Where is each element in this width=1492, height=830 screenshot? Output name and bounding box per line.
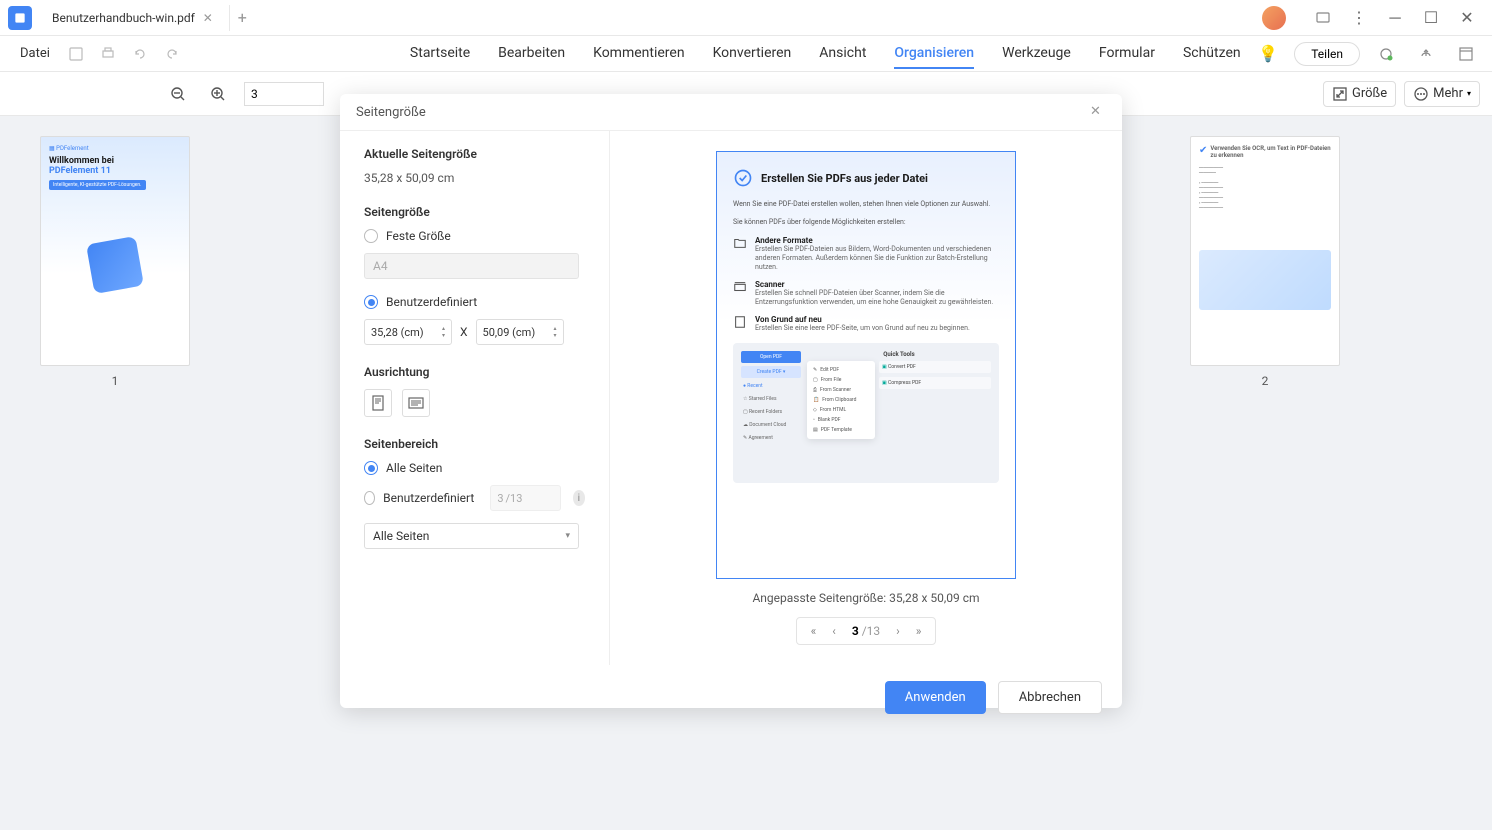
spinner-icon[interactable]: ▴▾	[554, 325, 557, 339]
scanner-icon	[733, 280, 747, 294]
custom-size-radio[interactable]: Benutzerdefiniert	[364, 295, 585, 309]
cloud-sync-icon[interactable]	[1372, 40, 1400, 68]
fixed-size-input: A4	[364, 253, 579, 279]
more-icon	[1413, 86, 1429, 102]
add-tab-button[interactable]: +	[238, 8, 247, 27]
all-pages-label: Alle Seiten	[386, 461, 442, 475]
tab-title: Benutzerhandbuch-win.pdf	[52, 11, 195, 25]
tab-schuetzen[interactable]: Schützen	[1183, 39, 1241, 69]
folder-icon	[733, 236, 747, 250]
custom-range-label: Benutzerdefiniert	[383, 491, 474, 505]
page-preview: Erstellen Sie PDFs aus jeder Datei Wenn …	[716, 151, 1016, 579]
page-size-label: Seitengröße	[364, 205, 585, 219]
tab-kommentieren[interactable]: Kommentieren	[593, 39, 684, 69]
document-tab[interactable]: Benutzerhandbuch-win.pdf ✕	[40, 5, 230, 31]
tab-startseite[interactable]: Startseite	[410, 39, 470, 69]
thumb-label: 1	[112, 374, 119, 388]
maximize-icon[interactable]: ☐	[1422, 9, 1440, 27]
preview-intro1: Wenn Sie eine PDF-Datei erstellen wollen…	[733, 200, 999, 210]
last-page-icon[interactable]: »	[916, 624, 922, 638]
upload-icon[interactable]	[1412, 40, 1440, 68]
size-label: Größe	[1352, 86, 1387, 101]
tab-formular[interactable]: Formular	[1099, 39, 1155, 69]
lightbulb-icon[interactable]: 💡	[1254, 40, 1282, 68]
file-menu[interactable]: Datei	[12, 42, 58, 65]
close-icon[interactable]: ✕	[203, 11, 217, 25]
check-circle-icon	[733, 168, 753, 188]
fixed-size-radio[interactable]: Feste Größe	[364, 229, 585, 243]
titlebar: Benutzerhandbuch-win.pdf ✕ + ⋮ ─ ☐ ✕	[0, 0, 1492, 36]
range-input: 3/13	[490, 485, 560, 511]
custom-size-label: Benutzerdefiniert	[386, 295, 477, 309]
info-icon[interactable]: i	[573, 490, 585, 506]
tab-bearbeiten[interactable]: Bearbeiten	[498, 39, 565, 69]
app-icon	[8, 6, 32, 30]
page-size-dialog: Seitengröße ✕ Aktuelle Seitengröße 35,28…	[340, 94, 1122, 708]
current-size-label: Aktuelle Seitengröße	[364, 147, 585, 161]
blank-page-icon	[733, 315, 747, 329]
resize-icon	[1332, 86, 1348, 102]
thumb-label: 2	[1262, 374, 1269, 388]
more-button[interactable]: Mehr ▾	[1404, 81, 1480, 107]
menubar: Datei Startseite Bearbeiten Kommentieren…	[0, 36, 1492, 72]
share-button[interactable]: Teilen	[1294, 42, 1360, 66]
current-size-value: 35,28 x 50,09 cm	[364, 171, 585, 185]
apply-button[interactable]: Anwenden	[885, 681, 986, 714]
chat-icon[interactable]	[1314, 9, 1332, 27]
thumbnail-1[interactable]: ▦ PDFelement Willkommen beiPDFelement 11…	[40, 136, 190, 388]
page-range-select[interactable]: Alle Seiten ▾	[364, 523, 579, 549]
undo-icon[interactable]	[126, 40, 154, 68]
zoom-out-icon[interactable]	[164, 80, 192, 108]
minimize-icon[interactable]: ─	[1386, 9, 1404, 27]
size-button[interactable]: Größe	[1323, 81, 1396, 107]
menu-tabs: Startseite Bearbeiten Kommentieren Konve…	[410, 39, 1241, 69]
zoom-in-icon[interactable]	[204, 80, 232, 108]
spinner-icon[interactable]: ▴▾	[442, 325, 445, 339]
chevron-down-icon: ▾	[1467, 89, 1471, 98]
preview-pager: « ‹ 3 /13 › »	[796, 617, 937, 645]
radio-icon	[364, 295, 378, 309]
prev-page-icon[interactable]: ‹	[832, 624, 836, 638]
height-input[interactable]: 50,09 (cm) ▴▾	[476, 319, 564, 345]
times-label: X	[460, 325, 468, 339]
radio-icon	[364, 461, 378, 475]
tab-organisieren[interactable]: Organisieren	[894, 39, 974, 69]
cancel-button[interactable]: Abbrechen	[998, 681, 1102, 714]
page-number-input[interactable]	[244, 82, 324, 106]
all-pages-radio[interactable]: Alle Seiten	[364, 461, 585, 475]
width-input[interactable]: 35,28 (cm) ▴▾	[364, 319, 452, 345]
tab-werkzeuge[interactable]: Werkzeuge	[1002, 39, 1071, 69]
portrait-button[interactable]	[364, 389, 392, 417]
orientation-label: Ausrichtung	[364, 365, 585, 379]
tab-konvertieren[interactable]: Konvertieren	[713, 39, 792, 69]
close-window-icon[interactable]: ✕	[1458, 9, 1476, 27]
layout-icon[interactable]	[1452, 40, 1480, 68]
more-label: Mehr	[1433, 86, 1463, 101]
page-range-label: Seitenbereich	[364, 437, 585, 451]
avatar[interactable]	[1262, 6, 1286, 30]
redo-icon[interactable]	[158, 40, 186, 68]
first-page-icon[interactable]: «	[811, 624, 817, 638]
pager-current: 3 /13	[852, 624, 880, 638]
dialog-close-icon[interactable]: ✕	[1090, 104, 1106, 120]
preview-intro2: Sie können PDFs über folgende Möglichkei…	[733, 218, 999, 228]
preview-caption: Angepasste Seitengröße: 35,28 x 50,09 cm	[752, 591, 979, 605]
landscape-button[interactable]	[402, 389, 430, 417]
chevron-down-icon: ▾	[565, 531, 570, 541]
tab-ansicht[interactable]: Ansicht	[819, 39, 866, 69]
preview-title: Erstellen Sie PDFs aus jeder Datei	[761, 172, 928, 185]
radio-icon	[364, 229, 378, 243]
save-icon[interactable]	[62, 40, 90, 68]
dialog-title: Seitengröße	[356, 105, 426, 120]
menu-icon[interactable]: ⋮	[1350, 9, 1368, 27]
thumbnail-2[interactable]: ✔Verwenden Sie OCR, um Text in PDF-Datei…	[1190, 136, 1340, 388]
next-page-icon[interactable]: ›	[896, 624, 900, 638]
print-icon[interactable]	[94, 40, 122, 68]
radio-icon	[364, 491, 375, 505]
fixed-size-label: Feste Größe	[386, 229, 451, 243]
custom-range-radio[interactable]: Benutzerdefiniert 3/13 i	[364, 485, 585, 511]
